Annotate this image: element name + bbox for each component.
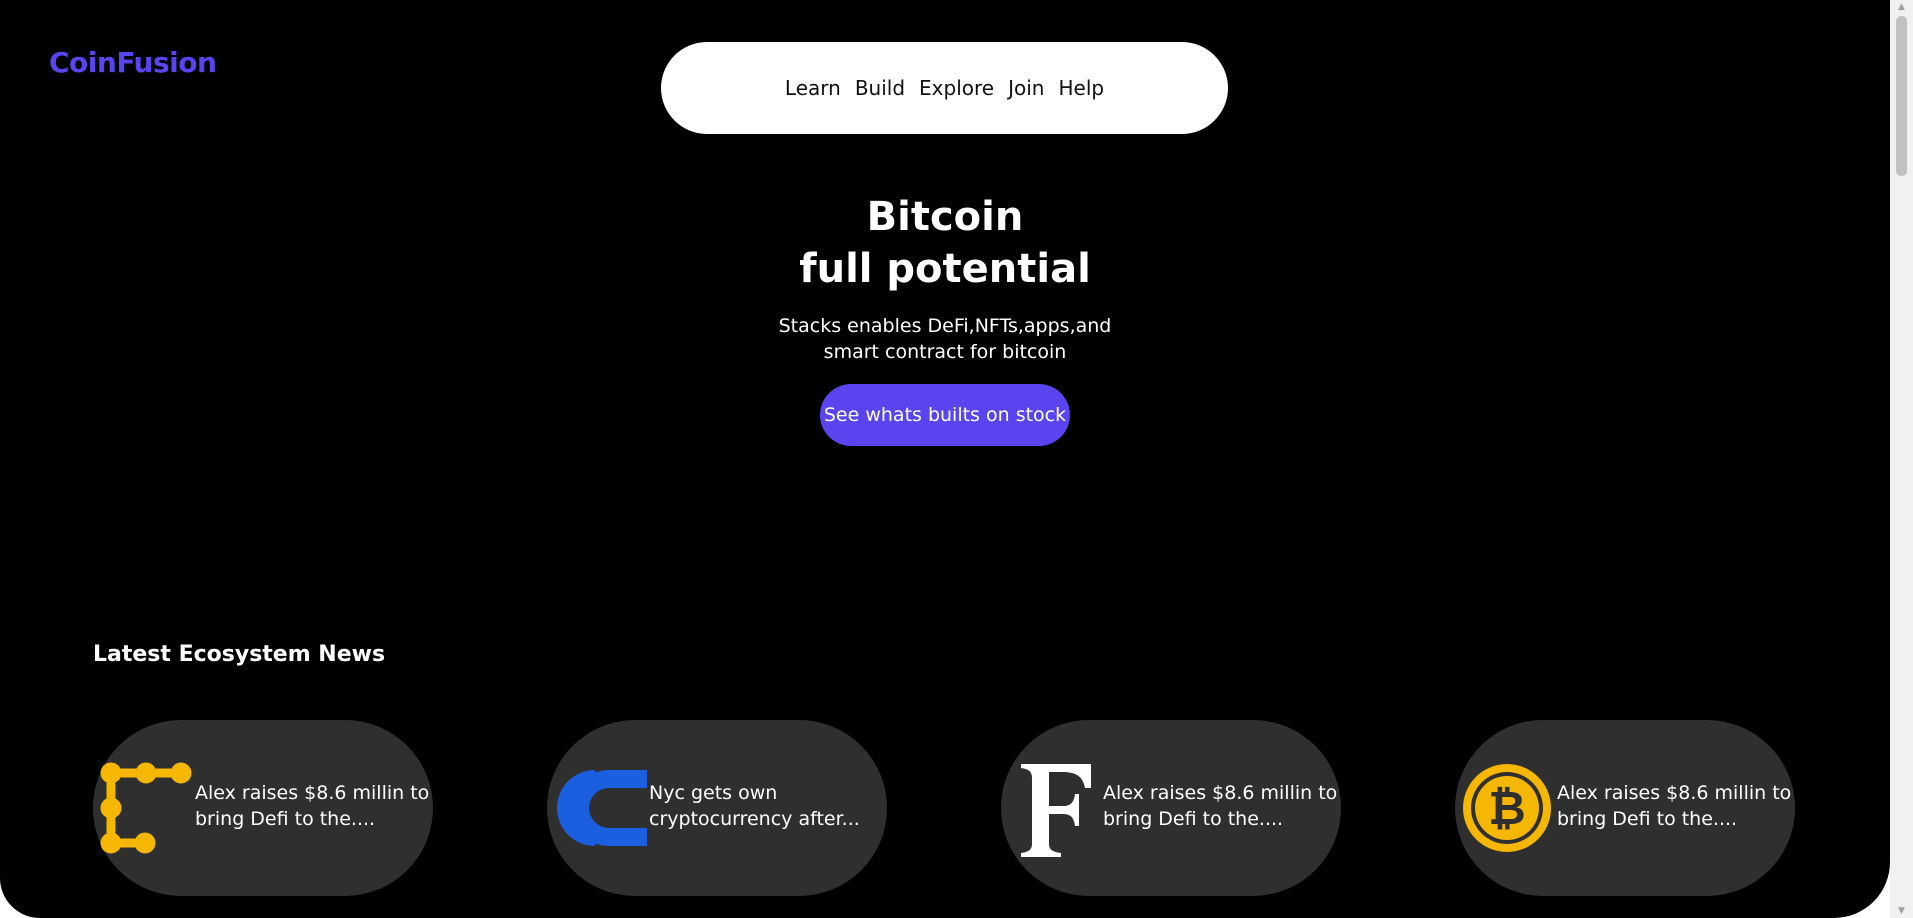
hero-title-line1: Bitcoin xyxy=(866,194,1024,240)
news-card-2-line2: cryptocurrency after... xyxy=(649,808,860,830)
news-card-4-text: Alex raises $8.6 millin to bring Defi to… xyxy=(1557,780,1793,832)
news-card-2-line1: Nyc gets own xyxy=(649,782,778,804)
news-card-4[interactable]: ₿ Alex raises $8.6 millin to bring Defi … xyxy=(1455,720,1795,896)
hero-subtitle: Stacks enables DeFi,NFTs,apps,and smart … xyxy=(0,313,1890,365)
nav-learn[interactable]: Learn xyxy=(785,76,841,100)
nav-explore[interactable]: Explore xyxy=(919,76,994,100)
news-card-3-text: Alex raises $8.6 millin to bring Defi to… xyxy=(1103,780,1339,832)
nav-join[interactable]: Join xyxy=(1008,76,1044,100)
scroll-up-icon[interactable]: ▲ xyxy=(1890,0,1913,14)
page: CoinFusion Learn Build Explore Join Help… xyxy=(0,0,1890,918)
main-nav: Learn Build Explore Join Help xyxy=(661,42,1228,134)
hero-subtitle-line1: Stacks enables DeFi,NFTs,apps,and xyxy=(778,315,1112,337)
news-card-2-text: Nyc gets own cryptocurrency after... xyxy=(649,780,885,832)
hero-title-line2: full potential xyxy=(799,246,1091,292)
news-card-3[interactable]: Alex raises $8.6 millin to bring Defi to… xyxy=(1001,720,1341,896)
site-logo[interactable]: CoinFusion xyxy=(49,46,217,79)
news-heading: Latest Ecosystem News xyxy=(93,642,386,667)
news-card-1-line2: bring Defi to the.... xyxy=(195,808,376,830)
scroll-thumb[interactable] xyxy=(1896,16,1907,176)
scroll-down-icon[interactable]: ▼ xyxy=(1890,904,1913,918)
see-builts-button[interactable]: See whats builts on stock xyxy=(820,384,1070,446)
page-scrollbar[interactable]: ▲ ▼ xyxy=(1890,0,1913,918)
news-card-1-text: Alex raises $8.6 millin to bring Defi to… xyxy=(195,780,431,832)
nav-help[interactable]: Help xyxy=(1058,76,1104,100)
nyc-coin-logo-icon xyxy=(557,770,647,846)
hero-subtitle-line2: smart contract for bitcoin xyxy=(823,341,1067,363)
news-card-2[interactable]: Nyc gets own cryptocurrency after... xyxy=(547,720,887,896)
news-card-3-line1: Alex raises $8.6 millin to xyxy=(1103,782,1338,804)
news-card-4-line2: bring Defi to the.... xyxy=(1557,808,1738,830)
forbes-f-logo-icon xyxy=(1021,764,1091,857)
news-card-4-line1: Alex raises $8.6 millin to xyxy=(1557,782,1792,804)
news-card-1[interactable]: Alex raises $8.6 millin to bring Defi to… xyxy=(93,720,433,896)
nav-build[interactable]: Build xyxy=(855,76,905,100)
svg-text:₿: ₿ xyxy=(1488,781,1526,835)
bitcoin-logo-icon: ₿ xyxy=(1463,764,1551,852)
alex-chain-logo-icon xyxy=(100,762,192,854)
news-card-3-line2: bring Defi to the.... xyxy=(1103,808,1284,830)
news-card-1-line1: Alex raises $8.6 millin to xyxy=(195,782,430,804)
